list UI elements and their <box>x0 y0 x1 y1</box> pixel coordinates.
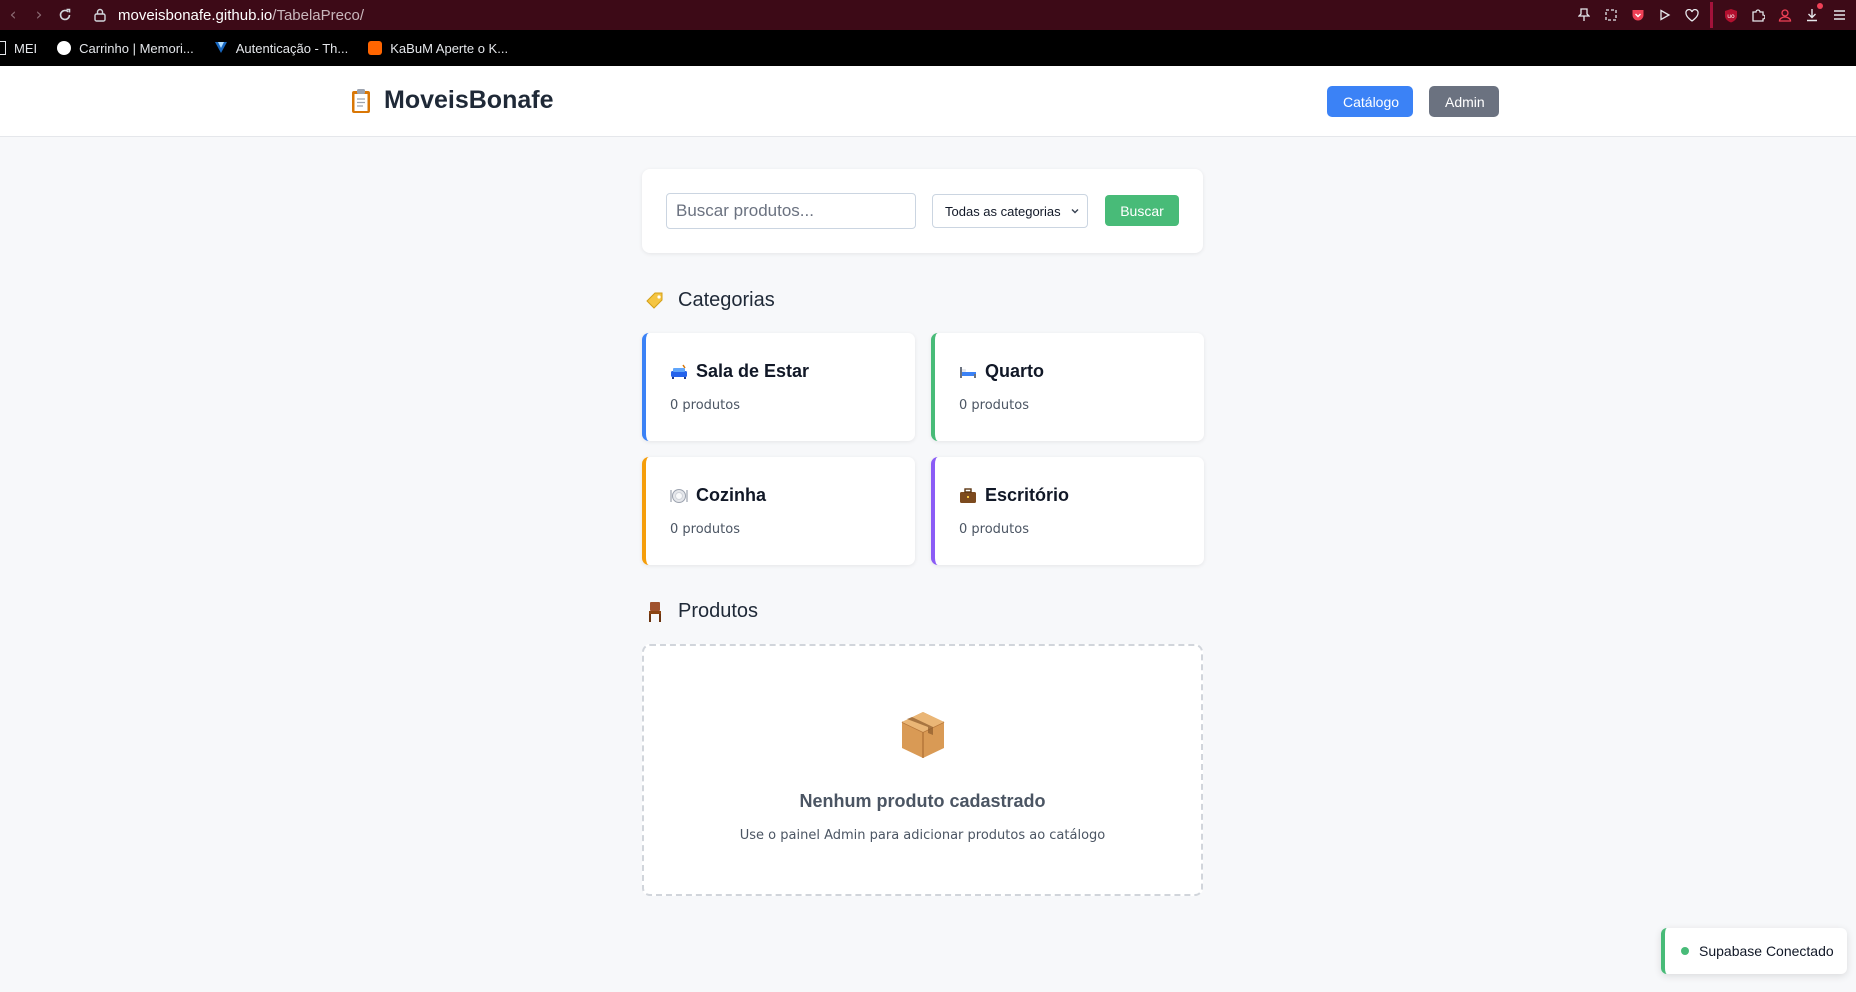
empty-subtitle: Use o painel Admin para adicionar produt… <box>739 828 1106 843</box>
bookmark-label: MEI <box>14 40 38 56</box>
empty-products-state: Nenhum produto cadastrado Use o painel A… <box>642 644 1203 896</box>
notification-dot <box>1817 3 1823 9</box>
briefcase-icon <box>959 487 977 505</box>
toolbar-separator <box>1710 2 1713 28</box>
category-select[interactable]: Todas as categorias <box>932 194 1088 228</box>
bookmark-item[interactable]: MEI <box>0 41 37 56</box>
products-heading: Produtos <box>644 600 758 623</box>
heart-icon[interactable] <box>1683 6 1701 24</box>
toast-text: Supabase Conectado <box>1699 943 1834 959</box>
category-name: Escritório <box>985 485 1070 505</box>
category-card-sala-de-estar[interactable]: Sala de Estar 0 produtos <box>642 333 915 441</box>
category-title: Quarto <box>959 361 1044 382</box>
category-select-value: Todas as categorias <box>945 203 1061 219</box>
status-dot <box>1681 947 1689 955</box>
search-button[interactable]: Buscar <box>1105 195 1179 226</box>
pocket-icon[interactable] <box>1629 6 1647 24</box>
reload-icon[interactable] <box>52 0 78 30</box>
folder-icon <box>0 41 6 55</box>
search-card: Todas as categorias Buscar <box>642 169 1203 253</box>
bookmark-label: KaBuM Aperte o K... <box>390 40 509 56</box>
category-title: Escritório <box>959 485 1069 506</box>
bookmark-label: Autenticação - Th... <box>235 40 349 56</box>
category-name: Sala de Estar <box>696 361 810 381</box>
bookmark-item[interactable]: Autenticação - Th... <box>214 40 349 57</box>
back-icon[interactable]: ‹ <box>0 0 26 30</box>
address-field[interactable]: moveisbonafe.github.io/TabelaPreco/ <box>118 7 364 24</box>
url-host: moveisbonafe.github.io <box>118 6 273 24</box>
categories-heading: Categorias <box>644 289 775 312</box>
screenshot-icon[interactable] <box>1602 6 1620 24</box>
bookmark-item[interactable]: Carrinho | Memori... <box>57 41 194 56</box>
chair-icon <box>644 601 666 623</box>
bookmark-label: Carrinho | Memori... <box>79 40 194 56</box>
category-count: 0 produtos <box>959 398 1029 413</box>
category-count: 0 produtos <box>959 522 1029 537</box>
menu-icon[interactable] <box>1830 6 1848 24</box>
couch-icon <box>670 363 688 381</box>
products-title: Produtos <box>678 600 759 622</box>
admin-button[interactable]: Admin <box>1429 86 1499 117</box>
bookmark-item[interactable]: KaBuM Aperte o K... <box>368 41 508 56</box>
empty-title: Nenhum produto cadastrado <box>799 791 1046 811</box>
search-input[interactable] <box>666 193 916 229</box>
browser-url-bar: ‹ › moveisbonafe.github.io/TabelaPreco/ … <box>0 0 1856 30</box>
puzzle-icon[interactable] <box>1749 6 1767 24</box>
category-card-cozinha[interactable]: Cozinha 0 produtos <box>642 457 915 565</box>
memory-site-icon <box>57 41 72 55</box>
vuetify-icon <box>214 40 228 57</box>
plate-icon <box>670 487 688 505</box>
chevron-down-icon <box>1069 204 1081 218</box>
bookmarks-bar: MEI Carrinho | Memori... Autenticação - … <box>0 30 1856 66</box>
categories-title: Categorias <box>678 289 775 311</box>
clipboard-icon <box>350 88 372 114</box>
extension-toolbar: uo <box>1575 0 1848 30</box>
category-title: Cozinha <box>670 485 766 506</box>
lock-icon <box>92 7 108 23</box>
tag-icon <box>644 290 666 312</box>
connection-toast: Supabase Conectado <box>1661 928 1847 974</box>
ublock-icon[interactable]: uo <box>1722 6 1740 24</box>
play-icon[interactable] <box>1656 6 1674 24</box>
package-icon <box>900 710 946 760</box>
pin-icon[interactable] <box>1575 6 1593 24</box>
category-name: Cozinha <box>696 485 766 505</box>
download-icon[interactable] <box>1803 3 1823 24</box>
url-path: /TabelaPreco/ <box>272 6 365 24</box>
category-count: 0 produtos <box>670 522 740 537</box>
kabum-icon <box>368 41 383 55</box>
category-count: 0 produtos <box>670 398 740 413</box>
category-name: Quarto <box>985 361 1045 381</box>
account-icon[interactable] <box>1776 6 1794 24</box>
category-title: Sala de Estar <box>670 361 809 382</box>
brand-name: MoveisBonafe <box>384 86 554 114</box>
category-card-escritorio[interactable]: Escritório 0 produtos <box>931 457 1204 565</box>
brand[interactable]: MoveisBonafe <box>350 86 553 115</box>
forward-icon[interactable]: › <box>26 0 52 30</box>
app-header: MoveisBonafe Catálogo Admin <box>0 66 1856 137</box>
catalogo-button[interactable]: Catálogo <box>1327 86 1413 117</box>
category-card-quarto[interactable]: Quarto 0 produtos <box>931 333 1204 441</box>
bed-icon <box>959 363 977 381</box>
svg-text:uo: uo <box>1727 13 1735 20</box>
